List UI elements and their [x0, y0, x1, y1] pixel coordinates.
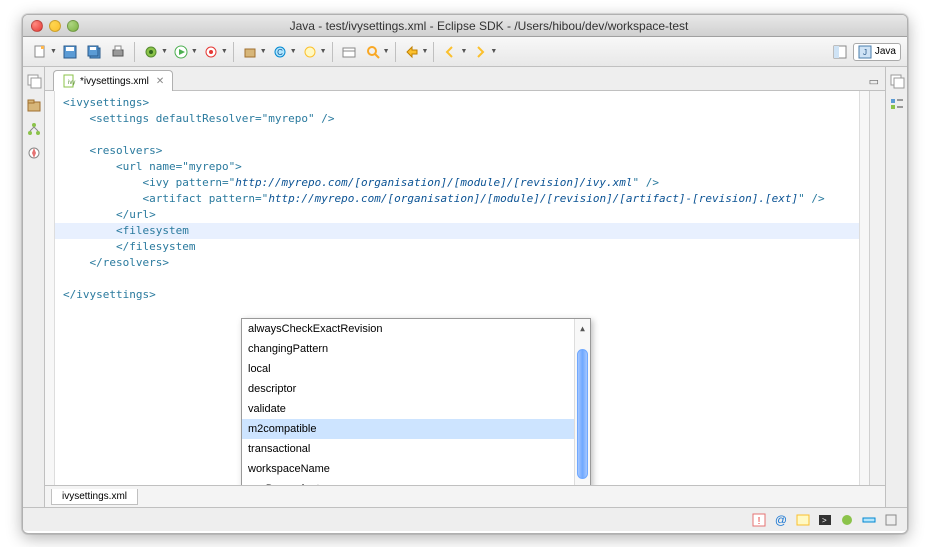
dropdown-icon[interactable]: ▼ [383, 48, 390, 55]
vertical-scrollbar[interactable] [869, 91, 885, 485]
problems-icon[interactable]: ! [751, 512, 767, 528]
ivy-resolve-icon[interactable] [839, 512, 855, 528]
eclipse-window: Java - test/ivysettings.xml - Eclipse SD… [22, 14, 908, 534]
progress-icon[interactable] [861, 512, 877, 528]
dropdown-icon[interactable]: ▼ [460, 48, 467, 55]
titlebar: Java - test/ivysettings.xml - Eclipse SD… [23, 15, 907, 37]
close-tab-icon[interactable]: ✕ [156, 76, 164, 87]
maximize-editor-icon[interactable]: ▭ [863, 73, 885, 90]
traffic-lights [31, 20, 79, 32]
completion-item[interactable]: alwaysCheckExactRevision [242, 319, 574, 339]
svg-text:J: J [863, 48, 867, 57]
dropdown-icon[interactable]: ▼ [320, 48, 327, 55]
forward-button[interactable] [469, 41, 491, 63]
content-assist-popup: alwaysCheckExactRevisionchangingPatternl… [241, 318, 591, 485]
package-explorer-icon[interactable] [26, 97, 42, 113]
trim-restore-icon[interactable] [883, 512, 899, 528]
svg-text:ivy: ivy [68, 80, 75, 86]
source-tab[interactable]: ivysettings.xml [51, 489, 138, 505]
completion-item[interactable]: m2compatible [242, 419, 574, 439]
dropdown-icon[interactable]: ▼ [191, 48, 198, 55]
scroll-thumb[interactable] [577, 349, 588, 479]
external-tools-button[interactable] [200, 41, 222, 63]
completion-item[interactable]: local [242, 359, 574, 379]
perspective-label: Java [875, 46, 896, 57]
svg-text:C: C [277, 48, 283, 57]
completion-item[interactable]: changingPattern [242, 339, 574, 359]
javadoc-icon[interactable]: @ [773, 512, 789, 528]
new-type-button[interactable] [299, 41, 321, 63]
editor-body[interactable]: <ivysettings> <settings defaultResolver=… [45, 91, 885, 485]
perspective-java[interactable]: J Java [853, 43, 901, 61]
hierarchy-icon[interactable] [26, 121, 42, 137]
completion-list[interactable]: alwaysCheckExactRevisionchangingPatternl… [242, 319, 574, 485]
dropdown-icon[interactable]: ▼ [422, 48, 429, 55]
completion-item[interactable]: envDependent [242, 479, 574, 485]
dropdown-icon[interactable]: ▼ [50, 48, 57, 55]
svg-text:@: @ [775, 513, 787, 527]
open-type-button[interactable] [338, 41, 360, 63]
console-icon[interactable]: > [817, 512, 833, 528]
completion-item[interactable]: transactional [242, 439, 574, 459]
scroll-up-icon[interactable]: ▲ [578, 321, 587, 337]
completion-item[interactable]: descriptor [242, 379, 574, 399]
status-bar: ! @ > [23, 507, 907, 531]
maximize-button[interactable] [67, 20, 79, 32]
main-area: ivy *ivysettings.xml ✕ ▭ <ivysettings> <… [23, 67, 907, 507]
dropdown-icon[interactable]: ▼ [221, 48, 228, 55]
perspective-open-button[interactable] [829, 41, 851, 63]
right-ruler [859, 91, 869, 485]
new-button[interactable] [29, 41, 51, 63]
svg-text:>: > [822, 516, 827, 525]
restore-icon[interactable] [26, 73, 42, 89]
editor-tab[interactable]: ivy *ivysettings.xml ✕ [53, 70, 173, 91]
last-edit-button[interactable] [401, 41, 423, 63]
left-trim [23, 67, 45, 507]
window-title: Java - test/ivysettings.xml - Eclipse SD… [79, 19, 899, 33]
right-trim [885, 67, 907, 507]
svg-text:!: ! [758, 516, 761, 527]
close-button[interactable] [31, 20, 43, 32]
save-all-button[interactable] [83, 41, 105, 63]
new-package-button[interactable] [239, 41, 261, 63]
ivy-file-icon: ivy [62, 74, 76, 88]
left-ruler [45, 91, 55, 485]
navigator-icon[interactable] [26, 145, 42, 161]
java-icon: J [858, 45, 872, 59]
search-button[interactable] [362, 41, 384, 63]
dropdown-icon[interactable]: ▼ [260, 48, 267, 55]
declaration-icon[interactable] [795, 512, 811, 528]
dropdown-icon[interactable]: ▼ [290, 48, 297, 55]
dropdown-icon[interactable]: ▼ [490, 48, 497, 55]
editor-area: ivy *ivysettings.xml ✕ ▭ <ivysettings> <… [45, 67, 885, 507]
dropdown-icon[interactable]: ▼ [161, 48, 168, 55]
print-button[interactable] [107, 41, 129, 63]
back-button[interactable] [439, 41, 461, 63]
popup-scrollbar[interactable]: ▲ ▼ [574, 319, 590, 485]
restore-icon[interactable] [889, 73, 905, 89]
editor-tab-bar: ivy *ivysettings.xml ✕ ▭ [45, 67, 885, 91]
editor-bottom-tabs: ivysettings.xml [45, 485, 885, 507]
completion-item[interactable]: validate [242, 399, 574, 419]
minimize-button[interactable] [49, 20, 61, 32]
main-toolbar: ▼ ▼ ▼ ▼ ▼ C ▼ ▼ ▼ ▼ ▼ ▼ J Java [23, 37, 907, 67]
tab-label: *ivysettings.xml [80, 76, 149, 87]
run-button[interactable] [170, 41, 192, 63]
outline-icon[interactable] [889, 97, 905, 113]
debug-button[interactable] [140, 41, 162, 63]
save-button[interactable] [59, 41, 81, 63]
new-class-button[interactable]: C [269, 41, 291, 63]
completion-item[interactable]: workspaceName [242, 459, 574, 479]
